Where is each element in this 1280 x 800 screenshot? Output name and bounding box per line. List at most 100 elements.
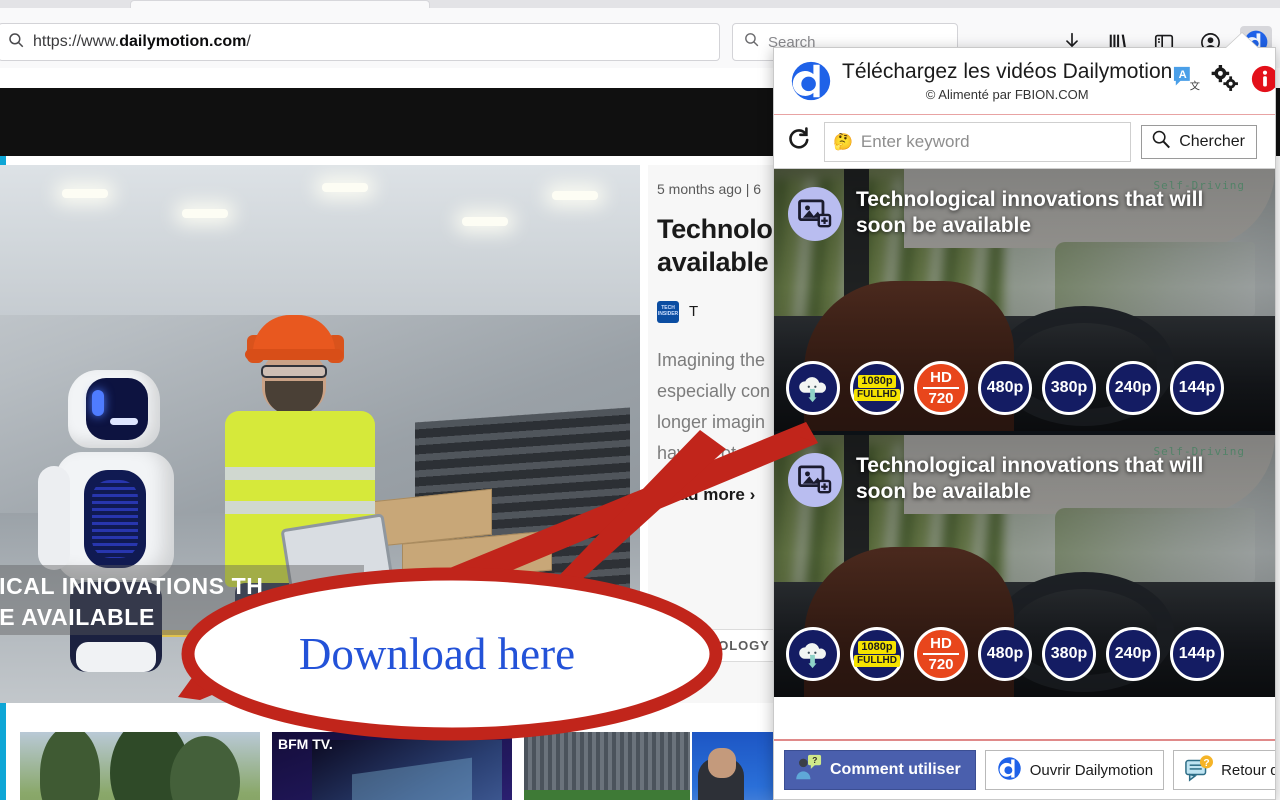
popup-title-block: Téléchargez les vidéos Dailymotion © Ali…: [842, 60, 1172, 102]
search-button[interactable]: Chercher: [1141, 125, 1257, 159]
quality-1080p-button[interactable]: 1080p FULLHD: [850, 627, 904, 681]
category-tag-technology[interactable]: TECHNOLOGY: [657, 629, 782, 662]
quality-480p-button[interactable]: 480p: [978, 361, 1032, 415]
quality-144p-button[interactable]: 144p: [1170, 361, 1224, 415]
video-result-card[interactable]: Self-Driving Technological innovations t…: [774, 435, 1275, 697]
quality-1080p-sublabel: FULLHD: [857, 389, 897, 400]
quality-240p-button[interactable]: 240p: [1106, 627, 1160, 681]
keyword-placeholder: Enter keyword: [861, 132, 970, 152]
refresh-icon[interactable]: [786, 126, 812, 157]
video-result-card[interactable]: Self-Driving Technological innovations t…: [774, 169, 1275, 431]
quality-480p-button[interactable]: 480p: [978, 627, 1032, 681]
tab-strip: [0, 0, 1280, 8]
video-player[interactable]: OLOGICAL INNOVATIONS TH BE AVAILABLE: [0, 165, 640, 703]
video-caption-overlay: OLOGICAL INNOVATIONS TH BE AVAILABLE: [0, 565, 364, 635]
quality-720p-label: HD: [930, 635, 952, 652]
help-person-icon: ?: [793, 754, 823, 787]
robot-arm: [38, 466, 70, 570]
channel-name: T: [689, 303, 698, 320]
svg-text:文: 文: [1190, 79, 1200, 92]
video-thumbnail[interactable]: [20, 732, 260, 800]
channel-logo-icon: TECH INSIDER: [657, 301, 679, 323]
keyword-input[interactable]: 🤔 Enter keyword: [824, 122, 1131, 162]
feedback-button[interactable]: ? Retour d'information: [1173, 750, 1276, 790]
robot-eye: [92, 390, 104, 416]
ceiling-lamp: [322, 183, 368, 192]
cloud-download-icon[interactable]: [786, 361, 840, 415]
card-title-row: Technological innovations that will soon…: [788, 187, 1261, 241]
quality-240p-button[interactable]: 240p: [1106, 361, 1160, 415]
translate-icon[interactable]: A 文: [1172, 65, 1202, 98]
svg-text:?: ?: [812, 754, 817, 764]
card-title: Technological innovations that will soon…: [856, 187, 1226, 240]
search-icon: [743, 31, 760, 53]
settings-gears-icon[interactable]: [1211, 65, 1241, 98]
ceiling-lamp: [462, 217, 508, 226]
video-thumbnail[interactable]: BFM TV. Auto: [272, 732, 512, 800]
worker-beard: [265, 381, 323, 415]
quality-380p-button[interactable]: 380p: [1042, 627, 1096, 681]
search-button-label: Chercher: [1179, 133, 1245, 151]
image-add-icon[interactable]: [788, 453, 842, 507]
popup-header-icons: A 文: [1172, 64, 1276, 99]
ceiling-lamp: [182, 209, 228, 218]
quality-720p-label: HD: [930, 369, 952, 386]
svg-text:A: A: [1179, 69, 1187, 81]
how-to-use-button[interactable]: ? Comment utiliser: [784, 750, 976, 790]
quality-720p-sublabel: 720: [928, 390, 953, 407]
dailymotion-logo-icon: [996, 755, 1023, 786]
image-add-icon[interactable]: [788, 187, 842, 241]
popup-subtitle: © Alimenté par FBION.COM: [842, 87, 1172, 102]
caption-line-2: BE AVAILABLE: [0, 604, 155, 631]
cloud-download-icon[interactable]: [786, 627, 840, 681]
card-title-row: Technological innovations that will soon…: [788, 453, 1261, 507]
dailymotion-logo-icon: [788, 58, 834, 104]
open-dailymotion-label: Ouvrir Dailymotion: [1030, 762, 1153, 779]
url-text: https://www.dailymotion.com/: [33, 33, 251, 51]
popup-footer: ? Comment utiliser Ouvrir Dailymotion: [774, 739, 1275, 799]
safety-glasses: [261, 365, 327, 378]
hard-hat: [253, 315, 335, 359]
thinking-emoji-icon: 🤔: [833, 132, 853, 152]
vest-stripe: [225, 501, 375, 514]
how-to-use-label: Comment utiliser: [830, 761, 961, 779]
thumbnail-logo: BFM TV.: [278, 738, 333, 751]
feedback-label: Retour d'information: [1221, 762, 1276, 779]
ceiling: [0, 165, 640, 315]
ceiling-lamp: [62, 189, 108, 198]
quality-1080p-label: 1080p: [861, 375, 892, 387]
svg-text:?: ?: [1203, 758, 1209, 769]
related-videos-strip: BFM TV. Auto: [0, 732, 780, 800]
quality-720p-sublabel: 720: [928, 656, 953, 673]
quality-720p-button[interactable]: HD 720: [914, 627, 968, 681]
popup-header: Téléchargez les vidéos Dailymotion © Ali…: [774, 48, 1275, 115]
popup-pointer: [1226, 33, 1258, 48]
quality-1080p-label: 1080p: [861, 641, 892, 653]
extension-popup: Téléchargez les vidéos Dailymotion © Ali…: [773, 47, 1276, 800]
video-thumbnail[interactable]: [692, 732, 780, 800]
robot-smile: [110, 418, 138, 425]
robot-chest-panel: [84, 470, 146, 568]
open-dailymotion-button[interactable]: Ouvrir Dailymotion: [985, 750, 1164, 790]
quality-720p-button[interactable]: HD 720: [914, 361, 968, 415]
search-icon: [7, 31, 25, 54]
ceiling-lamp: [552, 191, 598, 200]
quality-144p-button[interactable]: 144p: [1170, 627, 1224, 681]
magnifier-icon: [1150, 128, 1172, 155]
quality-1080p-sublabel: FULLHD: [857, 655, 897, 666]
feedback-question-icon: ?: [1184, 754, 1214, 786]
popup-title: Téléchargez les vidéos Dailymotion: [842, 60, 1172, 84]
caption-line-1: OLOGICAL INNOVATIONS TH: [0, 573, 264, 600]
vest-stripe: [225, 467, 375, 480]
active-tab[interactable]: [130, 0, 430, 8]
annotation-label: Download here: [256, 628, 618, 680]
quality-380p-button[interactable]: 380p: [1042, 361, 1096, 415]
quality-buttons: 1080p FULLHD HD 720 480p 380p 240p 144p: [786, 627, 1224, 681]
quality-1080p-button[interactable]: 1080p FULLHD: [850, 361, 904, 415]
info-icon[interactable]: [1250, 64, 1276, 99]
popup-search-row: 🤔 Enter keyword Chercher: [774, 115, 1275, 169]
quality-buttons: 1080p FULLHD HD 720 480p 380p 240p 144p: [786, 361, 1224, 415]
card-title: Technological innovations that will soon…: [856, 453, 1226, 506]
video-thumbnail[interactable]: [524, 732, 690, 800]
address-bar[interactable]: https://www.dailymotion.com/: [0, 23, 720, 61]
